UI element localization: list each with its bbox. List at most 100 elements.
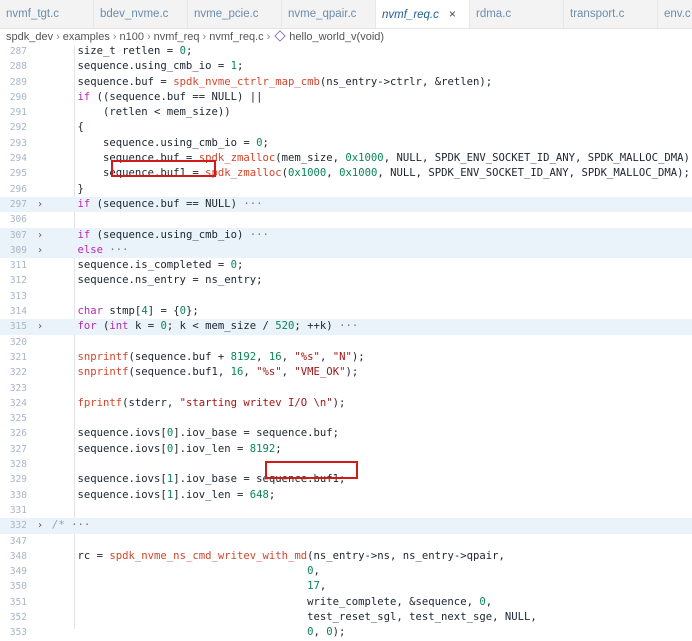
code-text: sequence.iovs[0].iov_base = sequence.buf… (52, 427, 340, 440)
code-line[interactable]: 292 { (0, 120, 692, 135)
code-text: else ··· (77, 243, 129, 256)
chevron-right-icon: › (202, 31, 207, 43)
breadcrumb-item[interactable]: n100 (120, 31, 144, 43)
line-number: 288 (9, 61, 27, 73)
breadcrumb-item[interactable]: nvmf_req (154, 31, 200, 43)
code-line[interactable]: 320 (0, 335, 692, 350)
line-number: 309 (9, 244, 27, 256)
code-line[interactable]: 351 write_complete, &sequence, 0, (0, 595, 692, 610)
tab-label: rdma.c (476, 8, 512, 20)
line-number: 296 (9, 183, 27, 195)
breadcrumb-item[interactable]: nvmf_req.c (209, 31, 263, 43)
highlight-box-buf1-decl (111, 160, 216, 177)
tab-nvme-qpair-c[interactable]: nvme_qpair.c (282, 0, 376, 28)
code-line[interactable]: 326 sequence.iovs[0].iov_base = sequence… (0, 426, 692, 441)
code-line[interactable]: 294 sequence.buf = spdk_zmalloc(mem_size… (0, 151, 692, 166)
tab-nvmf-req-c[interactable]: nvmf_req.c × (376, 0, 470, 28)
code-line[interactable]: 307 › if (sequence.using_cmb_io) ··· (0, 227, 692, 243)
code-line[interactable]: 287 size_t retlen = 0; (0, 44, 692, 59)
tab-rdma-c[interactable]: rdma.c (470, 0, 564, 28)
code-line[interactable]: 323 (0, 381, 692, 396)
code-text: write_complete, &sequence, 0, (52, 595, 493, 608)
chevron-right-icon: › (147, 31, 151, 43)
tab-transport-c[interactable]: transport.c (564, 0, 658, 28)
tab-nvme-pcie-c[interactable]: nvme_pcie.c (188, 0, 282, 28)
code-line[interactable]: 353 0, 0); (0, 625, 692, 640)
code-line[interactable]: 324 fprintf(stderr, "starting writev I/O… (0, 396, 692, 411)
fold-chevron-icon[interactable]: › (37, 228, 47, 243)
line-number: 290 (9, 91, 27, 103)
line-number: 322 (9, 367, 27, 379)
code-line[interactable]: 322 snprintf(sequence.buf1, 16, "%s", "V… (0, 365, 692, 380)
line-number: 352 (9, 611, 27, 623)
code-line[interactable]: 289 sequence.buf = spdk_nvme_ctrlr_map_c… (0, 75, 692, 90)
line-number: 349 (9, 566, 27, 578)
code-text: rc = spdk_nvme_ns_cmd_writev_with_md(ns_… (52, 549, 505, 562)
code-text: 0, (307, 565, 320, 578)
code-line[interactable]: 290 if ((sequence.buf == NULL) || (0, 90, 692, 105)
breadcrumb-item[interactable]: examples (63, 31, 110, 43)
line-number: 292 (9, 122, 27, 134)
highlight-box-buf1-assign (265, 461, 358, 479)
code-text: 17, (307, 580, 327, 593)
tab-bdev-nvme-c[interactable]: bdev_nvme.c (94, 0, 188, 28)
code-line[interactable]: 350 17, (0, 579, 692, 594)
tab-env-c[interactable]: env.c (658, 0, 692, 28)
code-text: sequence.buf = spdk_nvme_ctrlr_map_cmb(n… (52, 75, 493, 88)
line-number: 353 (9, 627, 27, 639)
code-text: (retlen < mem_size)) (52, 106, 231, 119)
code-line[interactable]: 315 › for (int k = 0; k < mem_size / 520;… (0, 319, 692, 335)
line-number: 313 (9, 290, 27, 302)
code-line[interactable]: 332 › /* ··· (0, 518, 692, 534)
code-line[interactable]: 321 snprintf(sequence.buf + 8192, 16, "%… (0, 350, 692, 365)
folded-ellipsis[interactable]: ··· (71, 519, 90, 531)
tab-label: nvme_pcie.c (194, 8, 259, 20)
line-number: 329 (9, 474, 27, 486)
fold-chevron-icon[interactable]: › (37, 319, 47, 334)
code-text: sequence.using_cmb_io = 1; (52, 60, 244, 73)
code-line[interactable]: 348 rc = spdk_nvme_ns_cmd_writev_with_md… (0, 549, 692, 564)
fold-chevron-icon[interactable]: › (37, 197, 47, 212)
code-line[interactable]: 288 sequence.using_cmb_io = 1; (0, 59, 692, 74)
code-line[interactable]: 295 sequence.buf1 = spdk_zmalloc(0x1000,… (0, 166, 692, 181)
line-number: 311 (9, 260, 27, 272)
folded-ellipsis[interactable]: ··· (243, 198, 262, 210)
code-line[interactable]: 309 › else ··· (0, 242, 692, 259)
code-line[interactable]: 349 0, (0, 564, 692, 579)
fold-chevron-icon[interactable]: › (37, 243, 47, 258)
code-text: if ((sequence.buf == NULL) || (77, 90, 263, 103)
line-number: 323 (9, 382, 27, 394)
code-line[interactable]: 293 sequence.using_cmb_io = 0; (0, 136, 692, 151)
line-number: 350 (9, 581, 27, 593)
code-line[interactable]: 347 (0, 534, 692, 549)
code-line[interactable]: 311 sequence.is_completed = 0; (0, 258, 692, 273)
code-line[interactable]: 306 (0, 212, 692, 227)
code-line[interactable]: 352 test_reset_sgl, test_next_sge, NULL, (0, 610, 692, 625)
tab-nvmf-tgt-c[interactable]: nvmf_tgt.c (0, 0, 94, 28)
code-text: test_reset_sgl, test_next_sge, NULL, (52, 610, 537, 623)
line-number: 314 (9, 306, 27, 318)
code-line[interactable]: 291 (retlen < mem_size)) (0, 105, 692, 120)
close-icon[interactable]: × (449, 7, 456, 21)
folded-ellipsis[interactable]: ··· (339, 320, 358, 332)
code-line[interactable]: 296 } (0, 182, 692, 197)
line-number: 328 (9, 459, 27, 471)
line-number: 307 (9, 229, 27, 241)
line-number: 325 (9, 413, 27, 425)
code-line[interactable]: 327 sequence.iovs[0].iov_len = 8192; (0, 442, 692, 457)
code-line[interactable]: 325 (0, 411, 692, 426)
code-line[interactable]: 330 sequence.iovs[1].iov_len = 648; (0, 488, 692, 503)
breadcrumb-item[interactable]: spdk_dev (6, 31, 53, 43)
chevron-right-icon: › (266, 31, 271, 43)
code-editor[interactable]: 287 size_t retlen = 0; 288 sequence.using… (0, 44, 692, 641)
folded-ellipsis[interactable]: ··· (109, 244, 128, 256)
fold-chevron-icon[interactable]: › (37, 518, 47, 533)
code-text: for (int k = 0; k < mem_size / 520; ++k)… (77, 320, 359, 333)
code-line[interactable]: 312 sequence.ns_entry = ns_entry; (0, 273, 692, 288)
code-line[interactable]: 297 › if (sequence.buf == NULL) ··· (0, 196, 692, 213)
breadcrumb-function[interactable]: hello_world_v(void) (289, 31, 384, 43)
code-line[interactable]: 314 char stmp[4] = {0}; (0, 304, 692, 319)
folded-ellipsis[interactable]: ··· (250, 229, 269, 241)
code-line[interactable]: 331 (0, 503, 692, 518)
code-line[interactable]: 313 (0, 289, 692, 304)
